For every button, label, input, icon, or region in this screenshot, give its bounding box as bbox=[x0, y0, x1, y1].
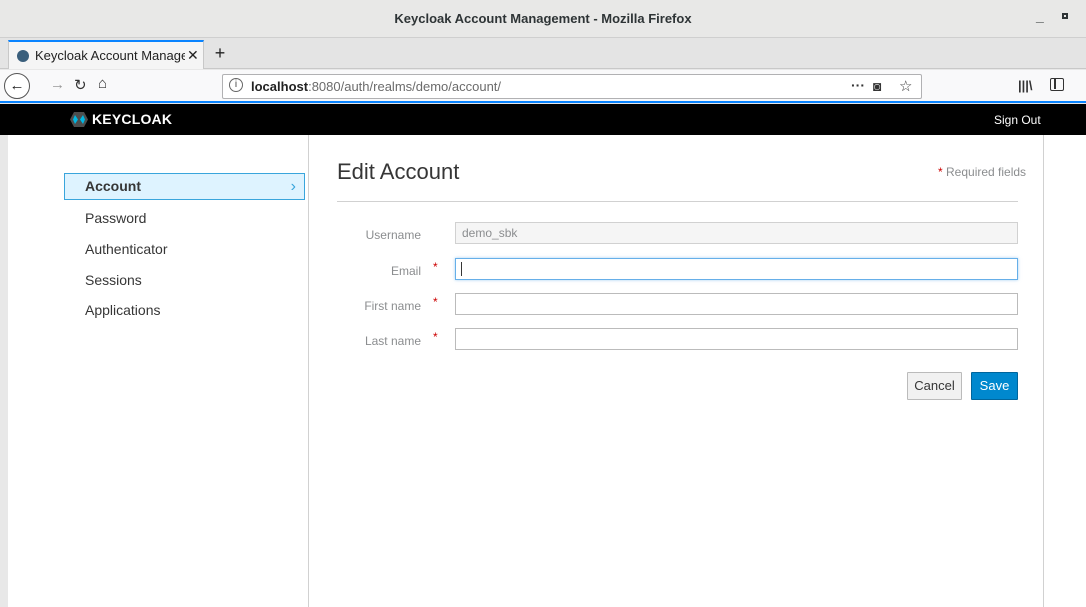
sidebar-item-label: Applications bbox=[85, 302, 161, 318]
last-name-field[interactable] bbox=[455, 328, 1018, 350]
page-actions-icon[interactable]: ··· bbox=[851, 77, 865, 93]
username-field: demo_sbk bbox=[455, 222, 1018, 244]
pocket-icon[interactable]: ◙ bbox=[873, 78, 881, 94]
url-host: localhost bbox=[251, 79, 309, 94]
sidebar-item-authenticator[interactable]: Authenticator bbox=[64, 236, 305, 263]
library-icon[interactable]: |||\ bbox=[1018, 78, 1033, 93]
sidebar-item-label: Account bbox=[85, 178, 141, 194]
sign-out-link[interactable]: Sign Out bbox=[994, 113, 1041, 127]
reload-icon[interactable]: ↻ bbox=[74, 76, 87, 94]
page-content: Account › Password Authenticator Session… bbox=[8, 135, 1086, 607]
sidebar-item-label: Password bbox=[85, 210, 147, 226]
title-divider bbox=[337, 201, 1018, 202]
sidebar-item-account[interactable]: Account › bbox=[64, 173, 305, 200]
required-star: * bbox=[938, 165, 943, 179]
url-text[interactable]: localhost:8080/auth/realms/demo/account/ bbox=[251, 79, 501, 94]
back-icon[interactable]: ← bbox=[4, 73, 30, 99]
chevron-right-icon: › bbox=[290, 178, 296, 195]
save-button[interactable]: Save bbox=[971, 372, 1018, 400]
first-name-required-star: * bbox=[433, 295, 438, 309]
site-info-icon[interactable]: i bbox=[229, 78, 243, 92]
sidebar-item-password[interactable]: Password bbox=[64, 205, 305, 232]
text-caret bbox=[461, 262, 462, 276]
email-label: Email bbox=[390, 264, 421, 278]
account-sidebar: Account › Password Authenticator Session… bbox=[8, 135, 309, 607]
url-bar[interactable]: i localhost:8080/auth/realms/demo/accoun… bbox=[222, 74, 922, 99]
sidebar-item-label: Sessions bbox=[85, 272, 142, 288]
keycloak-logo-text: KEYCLOAK bbox=[92, 111, 173, 127]
navigation-bar: ← → ↻ ⌂ i localhost:8080/auth/realms/dem… bbox=[0, 70, 1086, 103]
window-titlebar: Keycloak Account Management - Mozilla Fi… bbox=[0, 0, 1086, 38]
minimize-icon[interactable]: _ bbox=[1036, 8, 1044, 24]
keycloak-logo-icon bbox=[70, 112, 88, 127]
tab-close-icon[interactable]: ✕ bbox=[187, 47, 199, 64]
page-title: Edit Account bbox=[337, 159, 460, 184]
first-name-field[interactable] bbox=[455, 293, 1018, 315]
sidebar-item-sessions[interactable]: Sessions bbox=[64, 267, 305, 294]
cancel-button[interactable]: Cancel bbox=[907, 372, 962, 400]
home-icon[interactable]: ⌂ bbox=[98, 75, 107, 92]
keycloak-header: KEYCLOAK Sign Out bbox=[0, 104, 1086, 135]
maximize-icon[interactable] bbox=[1062, 13, 1068, 19]
first-name-label: First name bbox=[364, 299, 421, 313]
browser-tab[interactable]: Keycloak Account Manage ✕ bbox=[8, 40, 204, 69]
username-label: Username bbox=[365, 228, 421, 242]
forward-icon[interactable]: → bbox=[50, 76, 65, 93]
url-path: :8080/auth/realms/demo/account/ bbox=[308, 79, 502, 94]
keycloak-favicon-icon bbox=[17, 50, 29, 62]
sidebar-item-label: Authenticator bbox=[85, 241, 168, 257]
tab-title: Keycloak Account Manage bbox=[35, 48, 185, 63]
window-title: Keycloak Account Management - Mozilla Fi… bbox=[394, 11, 692, 26]
sidebar-toggle-icon[interactable] bbox=[1050, 78, 1064, 91]
new-tab-icon[interactable]: + bbox=[210, 38, 230, 68]
tab-bar: Keycloak Account Manage ✕ bbox=[0, 38, 1086, 69]
bookmark-star-icon[interactable]: ☆ bbox=[899, 77, 912, 95]
email-required-star: * bbox=[433, 260, 438, 274]
last-name-label: Last name bbox=[364, 334, 421, 348]
sidebar-item-applications[interactable]: Applications bbox=[64, 297, 305, 324]
content-right-border bbox=[1043, 135, 1044, 607]
email-field[interactable] bbox=[455, 258, 1018, 280]
last-name-required-star: * bbox=[433, 330, 438, 344]
required-fields-label: Required fields bbox=[946, 165, 1027, 179]
required-fields-note: * Required fields bbox=[938, 165, 1026, 179]
